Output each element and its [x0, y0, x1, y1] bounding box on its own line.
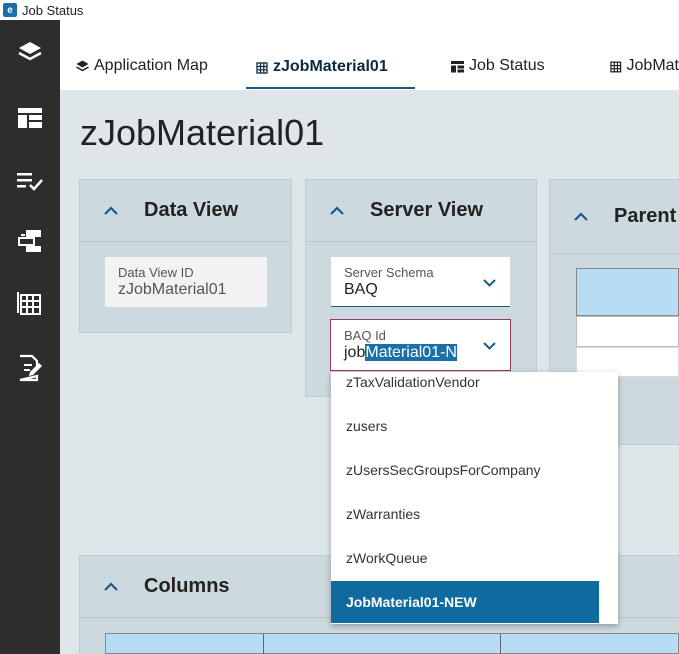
dashboard-layout-icon	[18, 108, 42, 128]
layers-icon	[18, 42, 42, 61]
sidebar-item-grid[interactable]	[0, 284, 60, 324]
sidebar	[0, 20, 60, 654]
dropdown-option[interactable]: zUsersSecGroupsForCompany	[331, 449, 599, 491]
window-titlebar: e Job Status	[0, 0, 679, 20]
active-tab-indicator	[246, 87, 415, 89]
panel-title: Parent	[614, 205, 677, 227]
parent-header[interactable]: Parent	[550, 180, 679, 254]
dropdown-option[interactable]: zTaxValidationVendor	[331, 372, 599, 403]
baq-id-dropdown-list: zTaxValidationVendor zusers zUsersSecGro…	[331, 372, 618, 624]
dropdown-option[interactable]: zWorkQueue	[331, 537, 599, 579]
parent-grid-header	[576, 268, 679, 316]
layers-icon	[76, 60, 89, 72]
panel-title: Columns	[144, 575, 230, 597]
tab-jobmat[interactable]: JobMat	[609, 57, 679, 93]
server-schema-select[interactable]: Server Schema BAQ	[331, 257, 510, 307]
chevron-up-icon[interactable]	[574, 212, 588, 221]
layout-icon	[451, 61, 464, 73]
field-value: zJobMaterial01	[118, 281, 227, 298]
checklist-icon	[17, 173, 43, 191]
grid-icon	[17, 292, 41, 315]
data-flow-icon	[18, 230, 41, 252]
sidebar-item-layers[interactable]	[0, 32, 60, 72]
data-view-id-field: Data View ID zJobMaterial01	[105, 257, 267, 307]
panel-title: Server View	[370, 199, 484, 221]
sidebar-item-data-flow[interactable]	[0, 221, 60, 261]
chevron-up-icon[interactable]	[104, 582, 118, 591]
panel-title: Data View	[144, 199, 239, 221]
grid-icon	[610, 61, 622, 73]
field-label: Server Schema	[344, 265, 434, 280]
baq-id-selected-text: Material01-N	[365, 344, 457, 361]
chevron-down-icon[interactable]	[483, 342, 496, 350]
dropdown-option[interactable]: zusers	[331, 405, 599, 447]
chevron-up-icon[interactable]	[330, 206, 344, 215]
tab-label: Job Status	[469, 57, 545, 74]
tab-application-map[interactable]: Application Map	[76, 57, 208, 93]
data-view-header[interactable]: Data View	[80, 180, 291, 242]
edit-document-icon	[19, 354, 42, 382]
dropdown-option-selected[interactable]: JobMaterial01-NEW	[331, 581, 599, 623]
tab-label: zJobMaterial01	[273, 58, 388, 75]
dropdown-option[interactable]: zWarranties	[331, 493, 599, 535]
tab-label: JobMat	[626, 57, 679, 74]
baq-id-text: job	[344, 344, 366, 361]
columns-grid-header	[105, 633, 679, 654]
field-label: Data View ID	[118, 265, 194, 280]
sidebar-item-dashboard[interactable]	[0, 98, 60, 138]
chevron-up-icon[interactable]	[104, 206, 118, 215]
column-divider[interactable]	[500, 634, 501, 654]
chevron-down-icon[interactable]	[483, 279, 496, 287]
column-divider[interactable]	[263, 634, 264, 654]
sidebar-item-checklist[interactable]	[0, 160, 60, 200]
tab-label: Application Map	[94, 57, 208, 74]
window-title: Job Status	[22, 2, 84, 18]
grid-icon	[256, 62, 268, 74]
app-logo: e	[3, 3, 17, 17]
server-view-header[interactable]: Server View	[306, 180, 536, 242]
baq-id-select[interactable]: BAQ Id jobMaterial01-N	[330, 319, 511, 371]
sidebar-item-edit[interactable]	[0, 348, 60, 388]
page-title: zJobMaterial01	[80, 112, 325, 153]
field-label: BAQ Id	[344, 328, 386, 343]
parent-grid-row[interactable]	[576, 316, 679, 347]
data-view-panel: Data View	[79, 179, 292, 333]
tab-job-status[interactable]: Job Status	[451, 57, 545, 93]
